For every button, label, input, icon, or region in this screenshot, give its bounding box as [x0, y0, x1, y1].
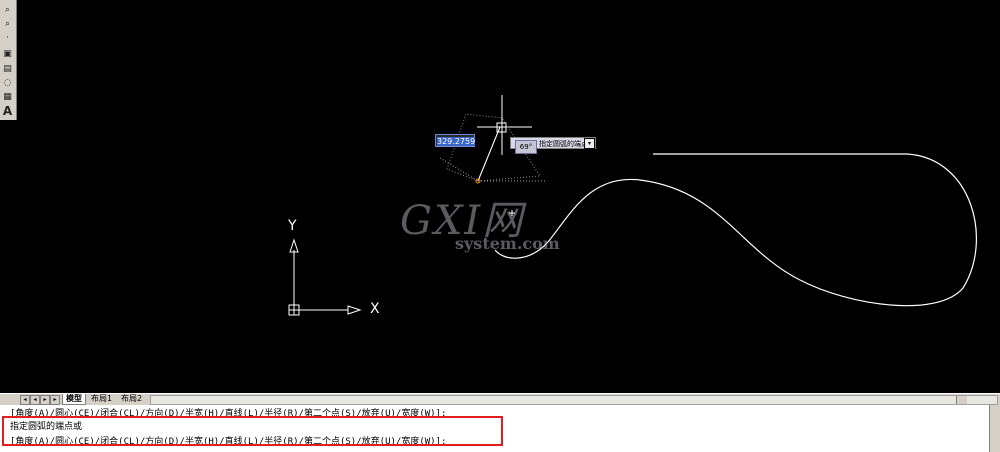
ucs-x-label: X — [370, 301, 380, 317]
ucs-y-label: Y — [288, 218, 297, 234]
tab-model[interactable]: 模型 — [62, 394, 86, 405]
angle-readout: 69° — [515, 140, 537, 154]
next-tab-icon[interactable]: ▸ — [40, 395, 50, 405]
last-tab-icon[interactable]: ▸ — [50, 395, 60, 405]
text-icon[interactable]: A — [1, 104, 14, 118]
command-scrollbar[interactable] — [989, 405, 1000, 452]
layout-tab-bar: ◂ ◂ ▸ ▸ 模型 布局1 布局2 — [0, 393, 1000, 405]
ucs-icon — [288, 238, 362, 316]
polyline-curve — [494, 153, 977, 307]
horizontal-scrollbar[interactable] — [150, 395, 998, 405]
zoom-previous-icon[interactable]: ⌕ — [1, 17, 14, 30]
highlight-box — [2, 416, 503, 446]
table-icon[interactable]: ▦ — [1, 90, 14, 103]
make-block-icon[interactable]: ▣ — [1, 47, 14, 60]
tab-layout1[interactable]: 布局1 — [88, 394, 115, 404]
dynamic-options-down-icon[interactable]: ▾ — [584, 138, 595, 149]
prev-tab-icon[interactable]: ◂ — [30, 395, 40, 405]
dimension-leader — [439, 157, 479, 182]
rubberband-line — [477, 126, 501, 182]
tab-layout2[interactable]: 布局2 — [118, 394, 145, 404]
scroll-thumb[interactable] — [956, 396, 967, 404]
dynamic-input-field[interactable]: 329.2759 — [435, 134, 476, 147]
dynamic-input-value: 329.2759 — [437, 137, 476, 146]
watermark-site: system.com — [455, 234, 560, 253]
hatch-icon[interactable]: ◌ — [1, 76, 14, 89]
draw-toolbar: ⌕ ⌕ · ▣ ▤ ◌ ▦ A — [0, 0, 17, 120]
point-icon[interactable]: · — [1, 31, 14, 44]
zoom-window-icon[interactable]: ⌕ — [1, 3, 14, 16]
first-tab-icon[interactable]: ◂ — [20, 395, 30, 405]
insert-block-icon[interactable]: ▤ — [1, 62, 14, 75]
